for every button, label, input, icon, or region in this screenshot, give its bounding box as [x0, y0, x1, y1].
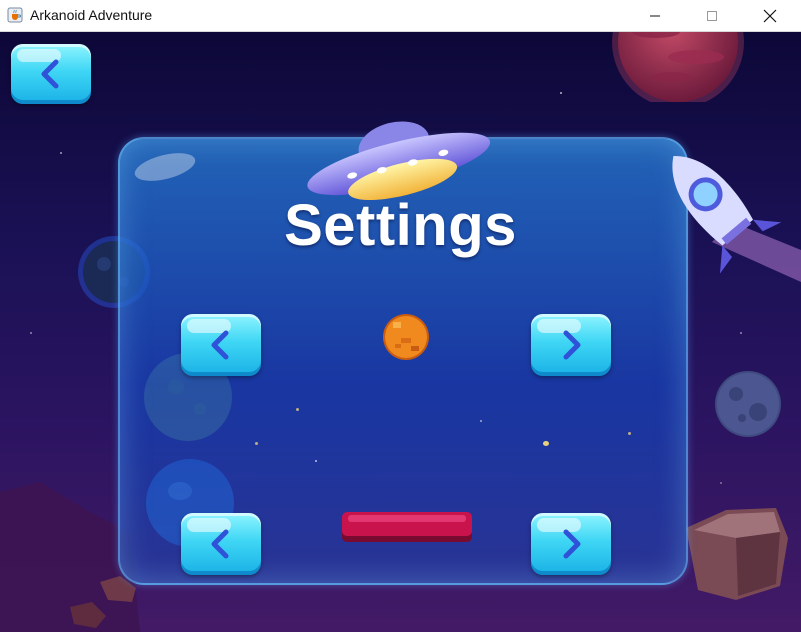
game-canvas: Settings — [0, 32, 801, 632]
close-icon — [763, 9, 777, 23]
chevron-right-icon — [563, 330, 581, 360]
paddle-preview — [342, 512, 472, 542]
chevron-right-icon — [563, 529, 581, 559]
back-button[interactable] — [11, 44, 91, 104]
minimize-icon — [650, 15, 660, 17]
maximize-icon — [707, 11, 717, 21]
window-titlebar: Arkanoid Adventure — [0, 0, 801, 32]
rock-right-decoration — [686, 508, 788, 600]
window-title: Arkanoid Adventure — [30, 7, 153, 23]
ball-prev-button[interactable] — [181, 314, 261, 376]
paddle-next-button[interactable] — [531, 513, 611, 575]
chevron-left-icon — [41, 59, 59, 89]
minimize-button[interactable] — [632, 0, 678, 32]
ball-preview — [383, 314, 429, 360]
chevron-left-icon — [211, 330, 229, 360]
java-coffee-cup-icon — [7, 7, 23, 23]
maximize-button[interactable] — [689, 0, 735, 32]
red-planet-decoration — [612, 32, 744, 102]
paddle-prev-button[interactable] — [181, 513, 261, 575]
page-title: Settings — [284, 193, 517, 258]
close-button[interactable] — [747, 0, 793, 32]
chevron-left-icon — [211, 529, 229, 559]
gray-moon-decoration — [715, 371, 781, 437]
ball-next-button[interactable] — [531, 314, 611, 376]
